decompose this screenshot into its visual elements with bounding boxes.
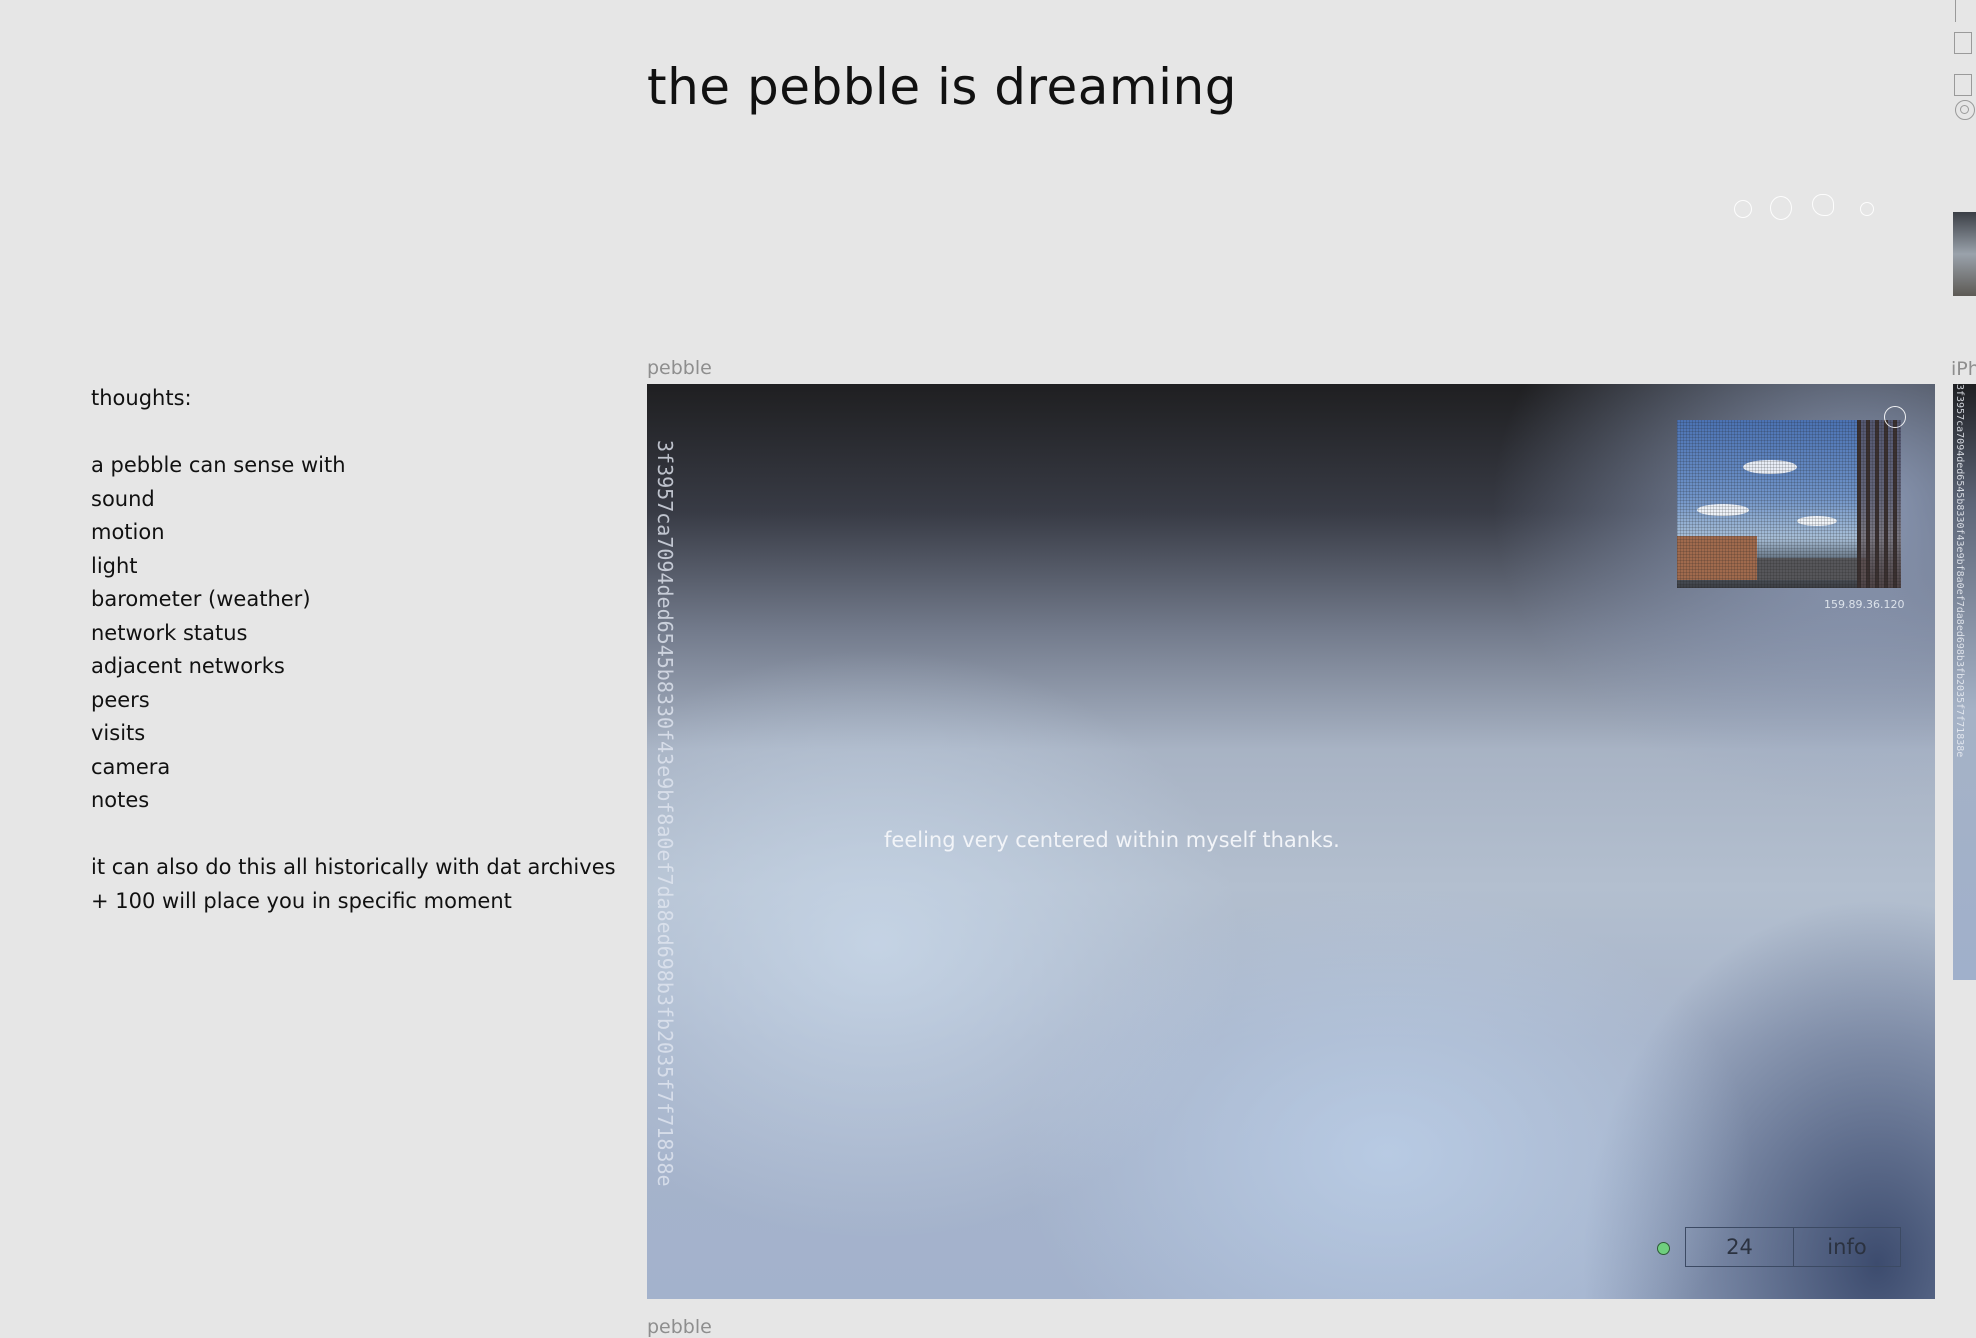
pebble-hash: 3f3957ca7094ded6545b8330f43e9bf8a0ef7da8… [653,440,677,1187]
thoughts-line: light [91,553,138,578]
count-button[interactable]: 24 [1686,1228,1793,1266]
thoughts-panel: thoughts: a pebble can sense with sound … [91,382,651,918]
square-icon[interactable] [1954,74,1972,96]
thoughts-line: sound [91,486,155,511]
thoughts-line: a pebble can sense with [91,453,346,477]
thoughts-line: + 100 will place you in specific moment [91,888,512,913]
thoughts-line: notes [91,788,150,812]
target-icon[interactable] [1955,100,1975,120]
thoughts-spacer [91,818,651,852]
info-button[interactable]: info [1793,1228,1900,1266]
bubble-icon [1734,200,1752,218]
thoughts-line: visits [91,721,146,745]
side-card-label: iPh [1951,358,1976,380]
side-card-hash: 3f3957ca7094ded6545b8330f43e9bf8a0ef7da8… [1954,384,1965,758]
thoughts-line: camera [91,754,171,779]
camera-thumbnail[interactable] [1677,420,1901,588]
thoughts-line: barometer (weather) [91,587,311,611]
thoughts-line: motion [91,520,165,544]
bubble-icon [1770,196,1792,220]
thoughts-line: peers [91,687,150,712]
page: the pebble is dreaming thoughts: a pebbl… [0,0,1976,1338]
pebble-card-label: pebble [647,357,712,379]
pebble-controls: 24 info [1685,1227,1901,1267]
thoughts-line: network status [91,620,248,645]
bubble-icon [1860,202,1874,216]
next-card-label: pebble [647,1316,712,1338]
bubble-icon [1812,194,1834,216]
status-dot-icon [1657,1242,1670,1255]
thoughts-spacer [91,416,651,450]
screen-mesh [1677,420,1901,588]
divider [1955,0,1956,22]
thoughts-line: adjacent networks [91,654,285,678]
mood-text: feeling very centered within myself than… [884,828,1340,852]
side-thumbnail[interactable] [1953,212,1976,296]
pebble-card[interactable]: 3f3957ca7094ded6545b8330f43e9bf8a0ef7da8… [647,384,1935,1299]
page-title: the pebble is dreaming [647,58,1237,116]
square-icon[interactable] [1954,32,1972,54]
side-card[interactable]: 3f3957ca7094ded6545b8330f43e9bf8a0ef7da8… [1953,384,1976,980]
thoughts-heading: thoughts: [91,386,192,410]
thoughts-line: it can also do this all historically wit… [91,855,616,879]
camera-ip: 159.89.36.120 [1824,598,1905,611]
floating-bubbles [1728,192,1878,232]
circle-icon[interactable] [1884,406,1906,428]
side-toolbar [1952,0,1976,130]
